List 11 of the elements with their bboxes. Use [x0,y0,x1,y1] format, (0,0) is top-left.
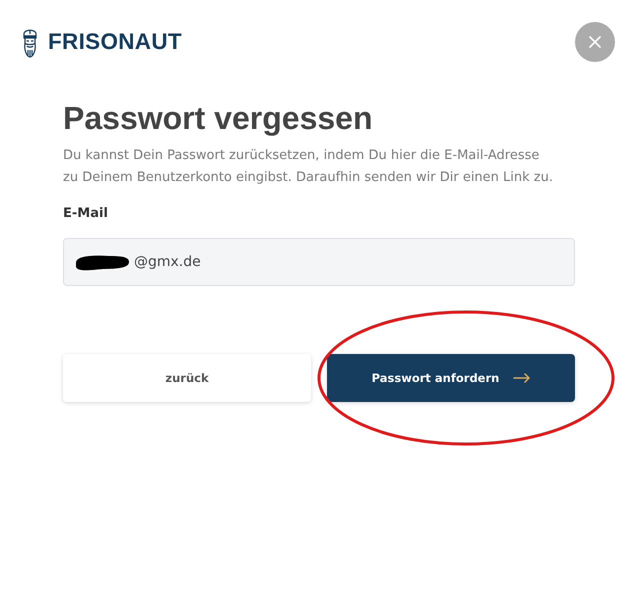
close-button[interactable] [575,22,615,62]
brand-name: FRISONAUT [48,29,182,55]
description-text: Du kannst Dein Passwort zurücksetzen, indem Du hier die E-Mail-Adresse zu Deinem Benutzerkonto eingibst. Daraufhin senden wir Dir einen Link zu. [63,147,554,187]
back-button[interactable]: zurück [63,354,311,402]
page-title: Passwort vergessen [63,99,374,137]
arrow-right-icon [513,373,530,383]
email-field[interactable]: @gmx.de [63,238,575,286]
close-icon [589,36,601,48]
request-password-button[interactable]: Passwort anfordern [327,354,575,402]
redaction-mark [73,253,131,272]
email-label: E-Mail [63,205,109,223]
